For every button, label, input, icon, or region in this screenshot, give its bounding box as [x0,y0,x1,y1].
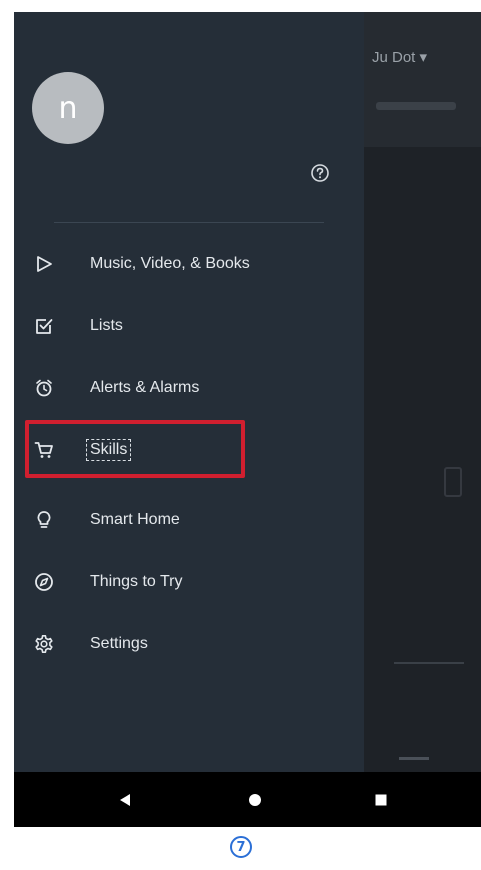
avatar[interactable]: n [32,72,104,144]
menu-item-label: Smart Home [90,511,180,528]
compass-icon [34,572,54,592]
background-handle [399,757,429,760]
circle-home-icon[interactable] [240,772,270,827]
play-outline-icon [34,254,54,274]
step-number-badge: 7 [230,836,252,858]
menu-item-lists[interactable]: Lists [14,302,364,350]
menu-item-label: Music, Video, & Books [90,255,250,272]
shopping-cart-icon [34,440,54,460]
checkbox-icon [34,316,54,336]
menu-item-label: Lists [90,317,123,334]
menu-item-skills[interactable]: Skills [14,426,364,474]
drawer-divider [54,222,324,223]
gear-icon [34,634,54,654]
menu-item-smart-home[interactable]: Smart Home [14,496,364,544]
background-device-icon [444,467,462,497]
alarm-clock-icon [34,378,54,398]
help-icon[interactable] [310,163,330,183]
menu-item-label: Settings [90,635,148,652]
phone-screen: Ju Dot ▾ n Music, Video, & Books Lists A… [14,12,481,827]
menu-item-things-to-try[interactable]: Things to Try [14,558,364,606]
menu-item-label: Alerts & Alarms [90,379,200,396]
lightbulb-icon [34,510,54,530]
background-subtitle [376,102,456,110]
menu-item-label: Things to Try [90,573,183,590]
device-name: Ju Dot ▾ [372,49,428,66]
menu-item-settings[interactable]: Settings [14,620,364,668]
square-recents-icon[interactable] [366,772,396,827]
menu-item-alerts-alarms[interactable]: Alerts & Alarms [14,364,364,412]
menu-item-label: Skills [86,439,132,461]
avatar-initial: n [58,91,78,126]
background-divider [394,662,464,664]
menu-item-music-video-books[interactable]: Music, Video, & Books [14,240,364,288]
system-navigation-bar [14,772,481,827]
triangle-back-icon[interactable] [110,772,140,827]
navigation-drawer: n Music, Video, & Books Lists Alerts & A… [14,12,364,772]
